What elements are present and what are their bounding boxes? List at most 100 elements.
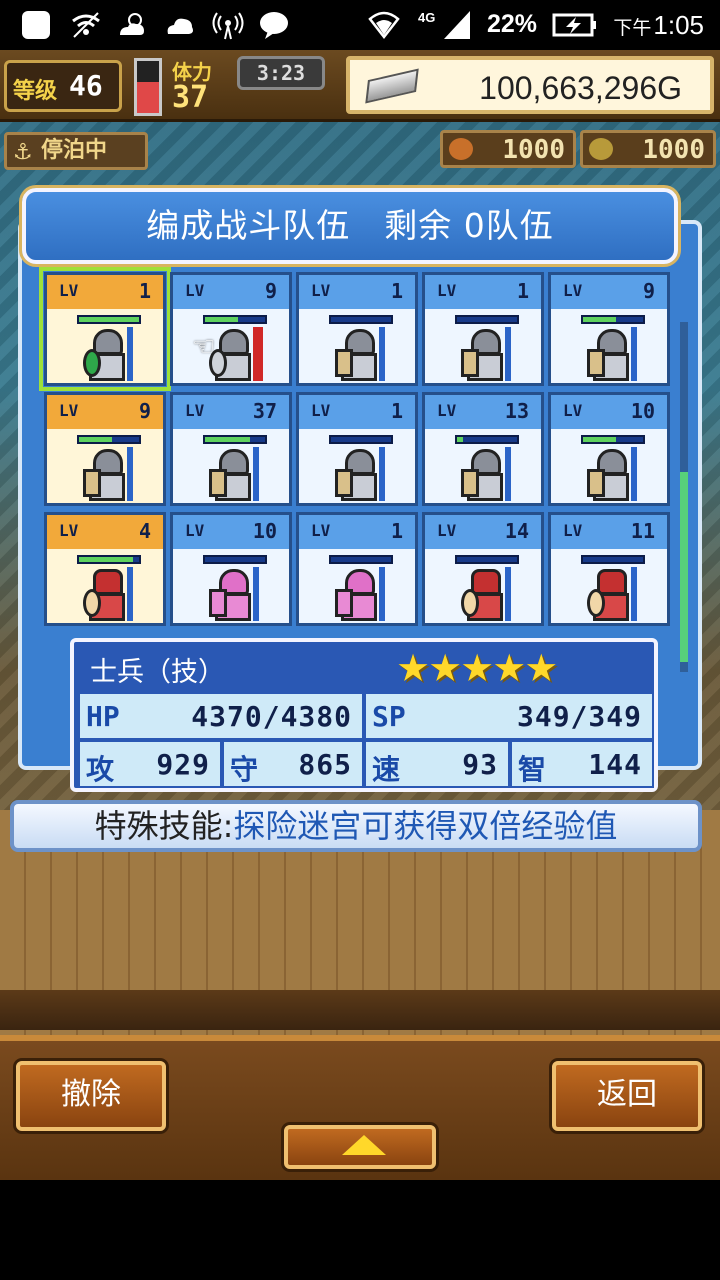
unit-slot[interactable]: LV 1 xyxy=(296,392,418,506)
special-skill-label: 特殊技能: xyxy=(94,807,234,845)
mooring-status[interactable]: ⚓ 停泊中 xyxy=(4,132,148,170)
weapon-icon xyxy=(505,447,511,501)
unit-slot[interactable]: LV 10 xyxy=(548,392,670,506)
game-scene: 等级 46 体力 37 3:23 100,663,296G ⚓ 停泊中 1000… xyxy=(0,50,720,1180)
unit-slot[interactable]: LV 9 xyxy=(170,272,292,386)
unit-slot[interactable]: LV 10 xyxy=(170,512,292,626)
unit-grid-scrollbar[interactable] xyxy=(680,322,688,672)
unit-slot[interactable]: LV 1 xyxy=(39,267,171,391)
unit-slot[interactable]: LV 1 xyxy=(422,272,544,386)
silver-bar-icon xyxy=(365,68,419,104)
shield-icon xyxy=(209,589,227,617)
unit-sprite xyxy=(587,567,639,623)
unit-hp-bar-fill xyxy=(583,317,616,322)
special-skill-text: 探险迷宫可获得双倍经验值 xyxy=(233,807,618,845)
hp-stat: HP 4370/4380 xyxy=(78,692,364,740)
unit-level: 10 xyxy=(630,399,655,423)
unit-slot[interactable]: LV 11 xyxy=(548,512,670,626)
unit-sprite xyxy=(461,447,513,503)
ship-deck-edge xyxy=(0,990,720,1030)
weapon-icon xyxy=(253,567,259,621)
square-icon xyxy=(22,11,50,39)
unit-hp-bar xyxy=(329,435,393,444)
cloud-icon xyxy=(167,18,193,34)
unit-slot-header: LV 13 xyxy=(425,395,541,429)
sp-label: SP xyxy=(372,700,406,733)
unit-slot[interactable]: LV 9 xyxy=(44,392,166,506)
pointing-hand-icon: ☜ xyxy=(192,332,216,362)
back-button[interactable]: 返回 xyxy=(552,1061,702,1131)
shield-icon xyxy=(335,589,353,617)
unit-slot[interactable]: LV 4 xyxy=(44,512,166,626)
level-badge[interactable]: 等级 46 xyxy=(4,60,122,112)
unit-level: 37 xyxy=(252,399,277,423)
remove-button[interactable]: 撤除 xyxy=(16,1061,166,1131)
meat-icon xyxy=(449,138,473,160)
device-bottom-area xyxy=(0,1180,720,1280)
def-stat: 守 865 xyxy=(222,740,364,788)
bottom-action-bar: 撤除 返回 xyxy=(0,1035,720,1180)
shield-icon xyxy=(209,469,227,497)
lv-label: LV xyxy=(563,521,583,540)
unit-hp-bar xyxy=(329,315,393,324)
weather-sun-icon xyxy=(120,13,144,35)
scrollbar-thumb[interactable] xyxy=(680,472,688,662)
sp-value: 349/349 xyxy=(516,700,642,733)
lv-label: LV xyxy=(563,401,583,420)
unit-hp-bar-fill xyxy=(79,437,112,442)
int-label: 智 xyxy=(518,753,547,786)
unit-hp-bar-fill xyxy=(205,317,238,322)
weapon-icon xyxy=(127,567,133,621)
unit-level: 1 xyxy=(390,399,403,423)
lv-label: LV xyxy=(311,521,331,540)
arrow-up-icon xyxy=(342,1135,386,1155)
lv-label: LV xyxy=(185,401,205,420)
unit-hp-bar xyxy=(455,435,519,444)
unit-slot[interactable]: LV 37 xyxy=(170,392,292,506)
shield-icon xyxy=(461,469,479,497)
unit-hp-bar xyxy=(581,315,645,324)
hp-label: HP xyxy=(86,700,120,733)
unit-slot[interactable]: LV 9 xyxy=(548,272,670,386)
unit-hp-bar-fill xyxy=(457,437,463,442)
unit-star-rating: ★★★★★ xyxy=(396,646,558,690)
shield-icon xyxy=(83,589,101,617)
clock-time: 1:05 xyxy=(653,10,704,40)
unit-hp-bar xyxy=(77,435,141,444)
unit-hp-bar xyxy=(329,555,393,564)
unit-hp-bar xyxy=(455,315,519,324)
lv-label: LV xyxy=(563,281,583,300)
unit-hp-bar xyxy=(77,315,141,324)
resource-material-value: 1000 xyxy=(642,135,705,165)
unit-hp-bar xyxy=(77,555,141,564)
shield-icon xyxy=(335,349,353,377)
expand-up-button[interactable] xyxy=(284,1125,436,1169)
unit-slot[interactable]: LV 13 xyxy=(422,392,544,506)
def-label: 守 xyxy=(230,753,259,786)
lv-label: LV xyxy=(311,401,331,420)
unit-slot[interactable]: LV 1 xyxy=(296,272,418,386)
unit-slot-header: LV 1 xyxy=(299,275,415,309)
unit-name: 士兵（技） xyxy=(90,657,225,688)
hp-value: 4370/4380 xyxy=(191,700,352,733)
unit-level: 11 xyxy=(630,519,655,543)
unit-slot[interactable]: LV 14 xyxy=(422,512,544,626)
resource-material: 1000 xyxy=(580,130,716,168)
weapon-icon xyxy=(253,447,259,501)
shield-icon xyxy=(587,469,605,497)
stamina-gauge xyxy=(134,58,162,116)
shield-icon xyxy=(461,589,479,617)
top-hud: 等级 46 体力 37 3:23 100,663,296G xyxy=(0,50,720,122)
chat-bubble-icon xyxy=(260,12,288,39)
unit-slot[interactable]: LV 1 xyxy=(296,512,418,626)
int-stat: 智 144 xyxy=(510,740,654,788)
unit-slot-header: LV 37 xyxy=(173,395,289,429)
unit-sprite xyxy=(335,567,387,623)
unit-sprite xyxy=(461,327,513,383)
unit-level: 10 xyxy=(252,519,277,543)
unit-sprite xyxy=(587,327,639,383)
unit-hp-bar xyxy=(203,435,267,444)
shield-icon xyxy=(335,469,353,497)
unit-sprite xyxy=(83,327,135,383)
unit-slot-header: LV 9 xyxy=(173,275,289,309)
